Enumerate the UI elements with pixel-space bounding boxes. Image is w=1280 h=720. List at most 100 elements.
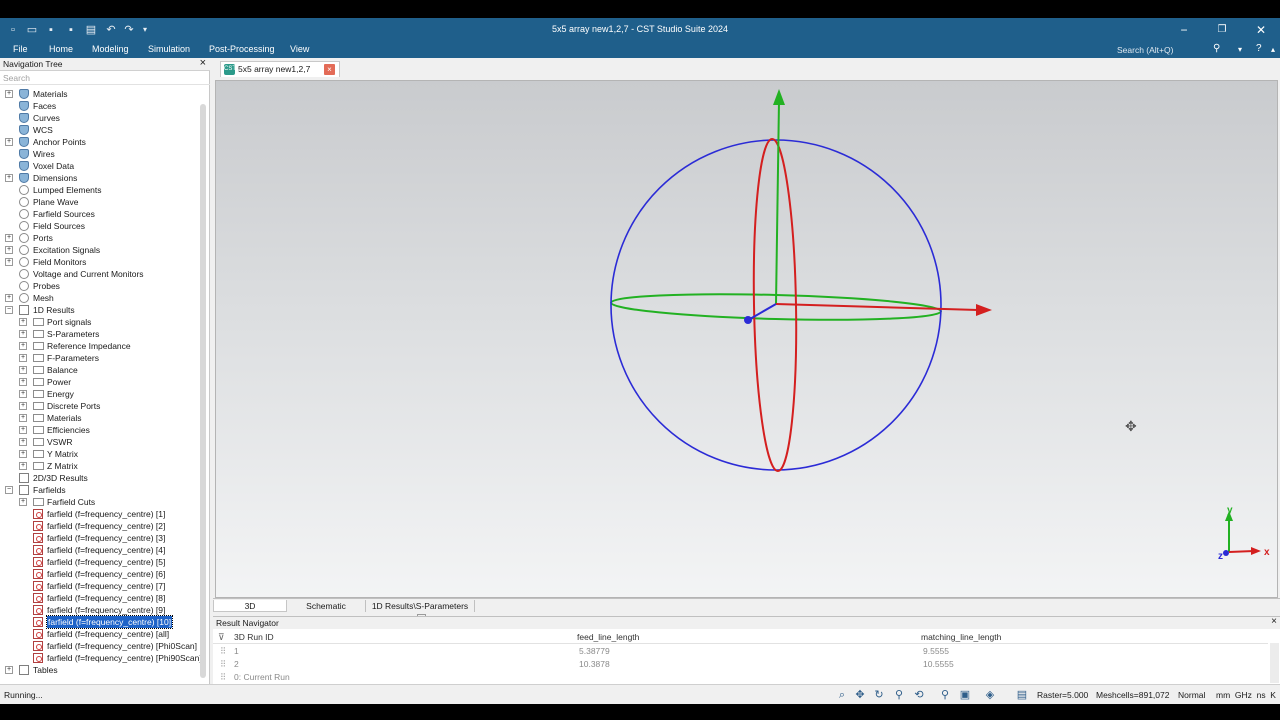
result-navigator-panel: Result Navigator × ⊽ 3D Run ID feed_line… xyxy=(213,616,1280,684)
chevron-down-icon[interactable]: ▾ xyxy=(1238,45,1242,54)
z-axis-tip xyxy=(744,316,752,324)
folder-icon xyxy=(33,402,44,410)
expand-toggle-icon[interactable]: + xyxy=(5,138,13,146)
expand-toggle-icon[interactable]: + xyxy=(19,378,27,386)
menu-file[interactable]: File xyxy=(13,44,28,54)
menu-home[interactable]: Home xyxy=(49,44,73,54)
expand-toggle-icon[interactable]: + xyxy=(19,390,27,398)
expand-toggle-icon[interactable]: + xyxy=(5,90,13,98)
expand-toggle-icon[interactable]: + xyxy=(19,330,27,338)
folder-icon xyxy=(33,318,44,326)
zoom-icon[interactable]: ⚲ xyxy=(892,688,906,702)
menu-post-processing[interactable]: Post-Processing xyxy=(209,44,275,54)
menu-simulation[interactable]: Simulation xyxy=(148,44,190,54)
expand-toggle-icon[interactable]: + xyxy=(19,498,27,506)
raster-icon[interactable]: ▤ xyxy=(1015,688,1029,702)
expand-toggle-icon[interactable]: + xyxy=(5,174,13,182)
expand-toggle-icon[interactable]: + xyxy=(5,258,13,266)
gear-icon xyxy=(19,245,29,255)
expand-toggle-icon[interactable]: + xyxy=(5,294,13,302)
column-feed-line-length[interactable]: feed_line_length xyxy=(577,632,639,642)
folder-icon xyxy=(33,366,44,374)
folder-icon xyxy=(33,450,44,458)
menu-modeling[interactable]: Modeling xyxy=(92,44,129,54)
help-icon[interactable]: ? xyxy=(1256,43,1262,54)
menu-view[interactable]: View xyxy=(290,44,309,54)
expand-toggle-icon[interactable]: + xyxy=(19,426,27,434)
minimize-button[interactable]: − xyxy=(1172,21,1196,39)
table-cell: 10.3878 xyxy=(579,659,610,669)
tree-item-label: Balance xyxy=(47,365,78,375)
gear-icon xyxy=(19,281,29,291)
database-icon xyxy=(19,161,29,171)
expand-toggle-icon[interactable]: + xyxy=(19,414,27,422)
close-tab-icon[interactable]: × xyxy=(324,64,335,75)
rotate-icon[interactable]: ↻ xyxy=(872,688,886,702)
ribbon-collapse-icon[interactable]: ▴ xyxy=(1271,45,1275,54)
tree-item-label: Port signals xyxy=(47,317,92,327)
tree-item-label: farfield (f=frequency_centre) [10] xyxy=(45,615,174,629)
document-tab[interactable]: CST 5x5 array new1,2,7 × xyxy=(220,61,340,77)
expand-toggle-icon[interactable]: − xyxy=(5,306,13,314)
tree-scrollbar[interactable] xyxy=(200,104,206,678)
tree-item-label: Discrete Ports xyxy=(47,401,101,411)
mode-value: Normal xyxy=(1178,690,1206,700)
farfield-icon xyxy=(33,605,43,615)
expand-toggle-icon[interactable]: + xyxy=(19,366,27,374)
table-row[interactable]: ⠿ 1 5.38779 9.5555 xyxy=(213,645,1268,657)
table-row[interactable]: ⠿ 0: Current Run xyxy=(213,671,1268,683)
tree-item-label: farfield (f=frequency_centre) [9] xyxy=(47,605,166,615)
close-icon[interactable]: × xyxy=(1271,616,1277,627)
rotate-view-icon[interactable]: ⟲ xyxy=(912,688,926,702)
3d-view[interactable]: y x z ✥ xyxy=(215,80,1278,598)
expand-toggle-icon[interactable]: + xyxy=(19,402,27,410)
result-navigator-header: Result Navigator × xyxy=(213,616,1280,629)
expand-toggle-icon[interactable]: − xyxy=(5,486,13,494)
tab-s-parameters-label: 1D Results\S-Parameters xyxy=(371,601,469,611)
gear-icon xyxy=(19,269,29,279)
tree-item-label: Curves xyxy=(33,113,60,123)
expand-toggle-icon[interactable]: + xyxy=(19,450,27,458)
cube-view-icon[interactable]: ◈ xyxy=(983,688,997,702)
expand-toggle-icon[interactable]: + xyxy=(19,462,27,470)
view-tab-strip: 3D Schematic 1D Results\S-Parameters× xyxy=(213,598,1280,624)
close-icon[interactable]: × xyxy=(200,57,206,69)
expand-toggle-icon[interactable]: + xyxy=(19,318,27,326)
zoom-fit-icon[interactable]: ⚲ xyxy=(938,688,952,702)
expand-toggle-icon[interactable]: + xyxy=(19,354,27,362)
folder-icon xyxy=(33,330,44,338)
tree-item-label: farfield (f=frequency_centre) [Phi0Scan] xyxy=(47,641,198,651)
document-tab-label: 5x5 array new1,2,7 xyxy=(238,64,311,74)
expand-toggle-icon[interactable]: + xyxy=(5,666,13,674)
expand-toggle-icon[interactable]: + xyxy=(5,234,13,242)
view-box-icon[interactable]: ▣ xyxy=(958,688,972,702)
expand-toggle-icon[interactable]: + xyxy=(19,438,27,446)
result-scrollbar[interactable] xyxy=(1270,643,1279,683)
restore-button[interactable]: ❐ xyxy=(1210,21,1234,39)
table-cell: 10.5555 xyxy=(923,659,954,669)
database-icon xyxy=(19,101,29,111)
expand-toggle-icon[interactable]: + xyxy=(19,342,27,350)
tree-search-input[interactable]: Search xyxy=(0,72,210,85)
expand-toggle-icon[interactable]: + xyxy=(5,246,13,254)
tab-s-parameters[interactable]: 1D Results\S-Parameters× xyxy=(365,600,475,624)
close-button[interactable]: ✕ xyxy=(1249,21,1273,39)
farfield-icon xyxy=(33,533,43,543)
tab-3d[interactable]: 3D xyxy=(213,600,287,612)
column-run-id[interactable]: 3D Run ID xyxy=(234,632,274,642)
tree-item-label: Mesh xyxy=(33,293,54,303)
results-icon xyxy=(19,665,29,675)
tree-item-label: farfield (f=frequency_centre) [8] xyxy=(47,593,166,603)
search-icon[interactable]: ⚲ xyxy=(1213,43,1220,54)
table-row[interactable]: ⠿ 2 10.3878 10.5555 xyxy=(213,658,1268,670)
column-matching-line-length[interactable]: matching_line_length xyxy=(921,632,1001,642)
filter-icon[interactable]: ⊽ xyxy=(218,632,225,643)
tree-item-label: farfield (f=frequency_centre) [Phi90Scan… xyxy=(47,653,200,663)
farfield-sphere-plot: y x z xyxy=(610,89,1270,562)
pick-icon[interactable]: ⌕ xyxy=(835,688,849,702)
folder-icon xyxy=(33,426,44,434)
tab-schematic[interactable]: Schematic xyxy=(291,600,361,612)
tree-item-label: farfield (f=frequency_centre) [1] xyxy=(47,509,166,519)
pan-icon[interactable]: ✥ xyxy=(853,688,867,702)
gear-icon xyxy=(19,293,29,303)
